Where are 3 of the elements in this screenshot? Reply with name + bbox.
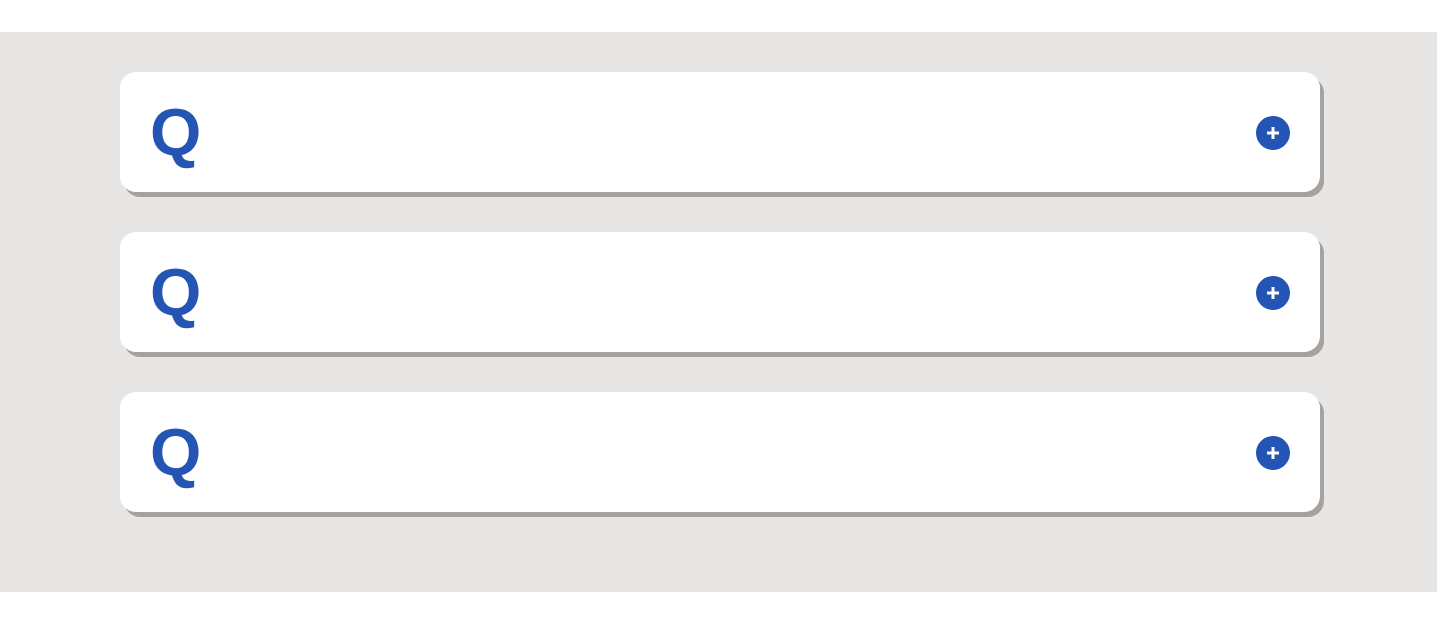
expand-icon[interactable] xyxy=(1256,276,1290,310)
expand-icon[interactable] xyxy=(1256,116,1290,150)
expand-icon[interactable] xyxy=(1256,436,1290,470)
